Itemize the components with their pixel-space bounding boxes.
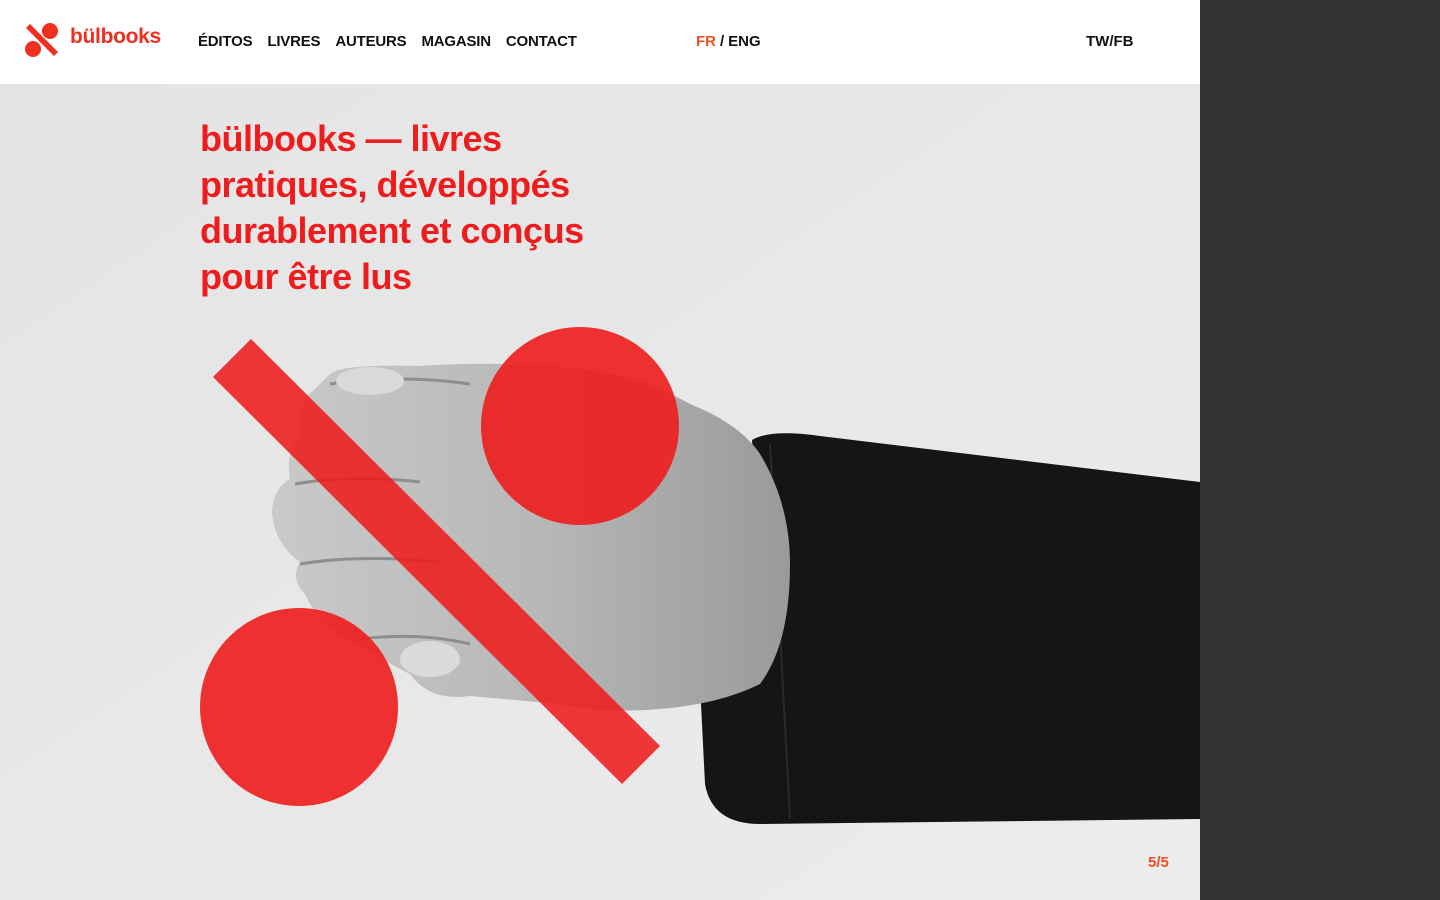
social-links[interactable]: TW/FB [1086,33,1133,50]
lang-eng-link[interactable]: ENG [728,33,761,50]
nav-item-editos[interactable]: ÉDITOS [198,33,253,50]
page: bülbooks — livres pratiques, développés … [0,0,1440,900]
nav-item-magasin[interactable]: MAGASIN [421,33,491,50]
nav-item-livres[interactable]: LIVRES [267,33,320,50]
language-switcher: FR / ENG [696,33,761,50]
hero-headline: bülbooks — livres pratiques, développés … [200,118,584,297]
site-header: bülbooks ÉDITOS LIVRES AUTEURS MAGASIN C… [0,0,1200,84]
main-nav: ÉDITOS LIVRES AUTEURS MAGASIN CONTACT [198,33,592,50]
side-panel [1200,0,1440,900]
nav-item-auteurs[interactable]: AUTEURS [335,33,406,50]
lang-fr-link[interactable]: FR [696,33,716,50]
nav-item-contact[interactable]: CONTACT [506,33,577,50]
site-logo[interactable]: bülbooks [24,22,161,58]
lang-separator: / [720,33,725,50]
logo-wordmark: bülbooks [70,25,161,48]
logo-percent-icon [25,23,58,57]
slide-counter: 5/5 [1148,854,1169,871]
main-area: bülbooks — livres pratiques, développés … [0,0,1200,900]
